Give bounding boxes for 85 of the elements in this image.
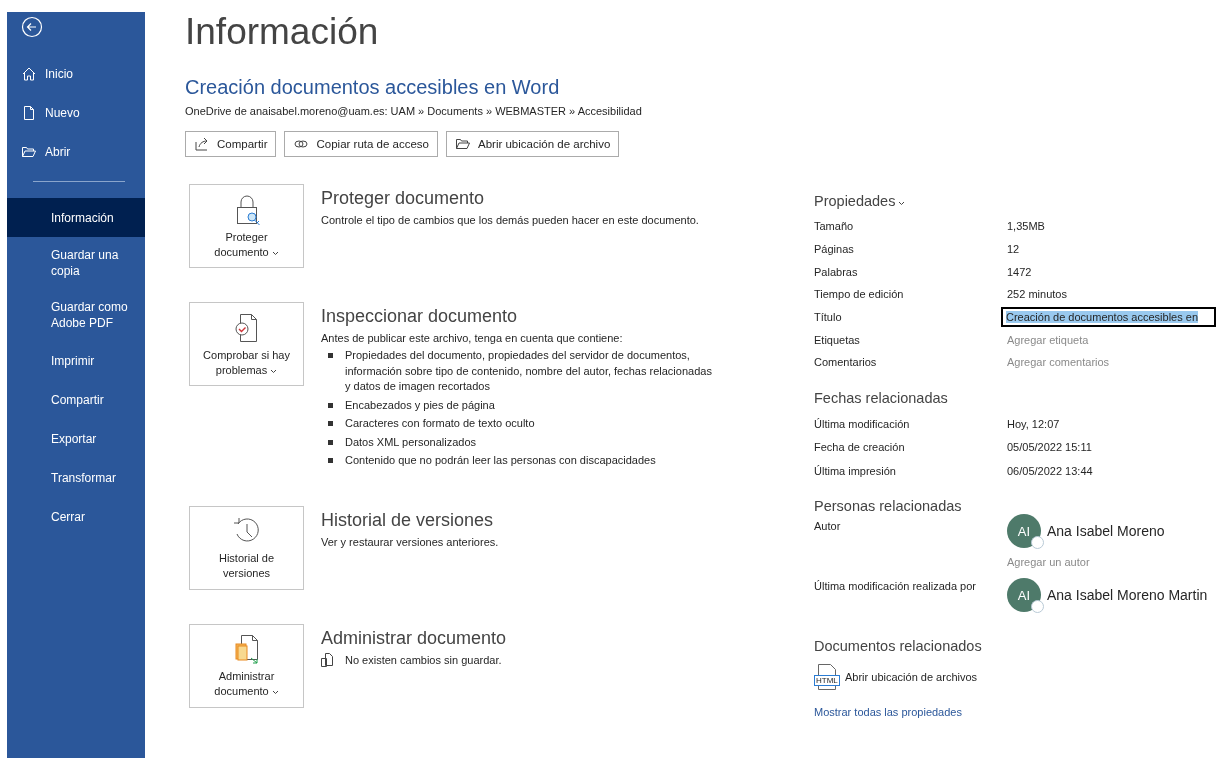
property-label: Última modificación realizada por <box>814 580 977 593</box>
menu-item[interactable]: Inicio <box>7 54 145 93</box>
property-label: Título <box>814 311 843 324</box>
related-document-link[interactable]: HTML Abrir ubicación de archivos <box>814 664 1216 691</box>
add-author-link[interactable]: Agregar un autor <box>1007 556 1216 569</box>
section-description: Controle el tipo de cambios que los demás pueden hacer en este documento. <box>321 213 699 228</box>
menu-item[interactable]: Transformar <box>7 458 145 497</box>
avatar-initials: AI <box>1017 523 1031 539</box>
section-title: Historial de versiones <box>321 509 495 531</box>
menu-item[interactable]: Exportar <box>7 419 145 458</box>
tool-button[interactable]: Proteger documento <box>189 184 304 268</box>
list-item: Encabezados y pies de página <box>345 397 495 413</box>
action-button[interactable]: Abrir ubicación de archivo <box>446 131 620 157</box>
share-icon <box>194 137 210 151</box>
property-value: 1472 <box>1007 265 1033 278</box>
menu-item[interactable]: Nuevo <box>7 93 145 132</box>
status-icon <box>1031 536 1044 550</box>
chevron-down-icon <box>270 368 278 374</box>
list-item: Caracteres con formato de texto oculto <box>345 416 535 431</box>
bullet-icon <box>328 421 333 426</box>
property-label: Autor <box>814 520 842 533</box>
section-heading: Documentos relacionados <box>814 638 983 655</box>
list-item: Contenido que no podrán leer las personas con discapacidades <box>345 453 656 468</box>
back-button[interactable] <box>21 16 43 38</box>
file-icon <box>21 104 37 121</box>
home-icon <box>21 65 37 82</box>
menu-item[interactable]: Cerrar <box>7 497 145 536</box>
menu-item[interactable]: Compartir <box>7 380 145 419</box>
property-label: Tamaño <box>814 220 855 233</box>
chevron-down-icon <box>271 690 279 695</box>
property-label: Palabras <box>814 265 859 278</box>
property-label: Fecha de creación <box>814 441 906 454</box>
property-label: Tiempo de edición <box>814 288 905 301</box>
bullet-icon <box>328 458 333 463</box>
avatar-initials: AI <box>1017 587 1031 603</box>
property-value: 06/05/2022 13:44 <box>1007 464 1094 477</box>
property-value: 1,35MB <box>1007 220 1046 233</box>
section-title: Administrar documento <box>321 627 507 649</box>
section-description: Antes de publicar este archivo, tenga en cuenta que contiene: <box>321 331 624 346</box>
tool-button[interactable]: Historial de versiones <box>189 505 304 590</box>
folder-icon <box>455 137 471 151</box>
tool-button[interactable]: Administrar documento <box>189 623 304 708</box>
chevron-down-icon <box>271 250 279 256</box>
section-heading: Fechas relacionadas <box>814 389 949 406</box>
document-title: Creación documentos accesibles en Word <box>185 76 561 99</box>
list-item: Propiedades del documento, propiedades del servidor de documentos, información sobre tipo de contenido, nombre del autor, fechas relacionadas y datos de imagen recortados <box>345 348 713 394</box>
section-title: Inspeccionar documento <box>321 306 519 327</box>
menu-item[interactable]: Información <box>7 198 145 237</box>
menu-item[interactable]: Guardar como Adobe PDF <box>7 289 145 341</box>
person-name[interactable]: Ana Isabel Moreno <box>1047 523 1165 540</box>
show-all-properties-link[interactable]: Mostrar todas las propiedades <box>814 706 1216 719</box>
chevron-down-icon <box>898 201 906 206</box>
property-input[interactable]: Agregar etiqueta <box>1007 333 1216 346</box>
property-value: 05/05/2022 15:11 <box>1007 441 1093 454</box>
bullet-icon <box>328 353 333 358</box>
bullet-icon <box>328 402 333 408</box>
property-value: Hoy, 12:07 <box>1007 417 1061 430</box>
list-item: Datos XML personalizados <box>345 434 477 450</box>
property-label: Comentarios <box>814 356 878 369</box>
section-heading[interactable]: Propiedades <box>814 193 1216 209</box>
menu-item[interactable]: Abrir <box>7 132 145 171</box>
bullet-icon <box>328 439 333 445</box>
tool-button[interactable]: Comprobar si hay problemas <box>189 302 304 386</box>
property-label: Última impresión <box>814 464 897 477</box>
section-heading: Personas relacionadas <box>814 498 963 515</box>
title-field[interactable]: Creación de documentos accesibles en <box>1001 307 1216 328</box>
property-value: 252 minutos <box>1007 288 1068 301</box>
property-label: Páginas <box>814 243 855 256</box>
page-title: Información <box>185 10 380 54</box>
action-button[interactable]: Copiar ruta de acceso <box>284 131 438 157</box>
property-label: Etiquetas <box>814 333 861 346</box>
person-name[interactable]: Ana Isabel Moreno Martin <box>1047 587 1208 604</box>
link-icon <box>293 137 310 151</box>
status-icon <box>1031 600 1044 614</box>
section-title: Proteger documento <box>321 188 486 209</box>
documents-icon <box>321 652 333 667</box>
menu-item[interactable]: Imprimir <box>7 341 145 380</box>
status-text: No existen cambios sin guardar. <box>345 653 502 666</box>
property-label: Última modificación <box>814 417 911 430</box>
section-description: Ver y restaurar versiones anteriores. <box>321 534 499 550</box>
property-input[interactable]: Agregar comentarios <box>1007 356 1216 369</box>
file-path: OneDrive de anaisabel.moreno@uam.es: UAM » Documents » WEBMASTER » Accesibilidad <box>185 105 643 117</box>
menu-item[interactable]: Guardar una copia <box>7 237 145 289</box>
action-button[interactable]: Compartir <box>185 131 277 157</box>
property-value: 12 <box>1007 243 1021 256</box>
